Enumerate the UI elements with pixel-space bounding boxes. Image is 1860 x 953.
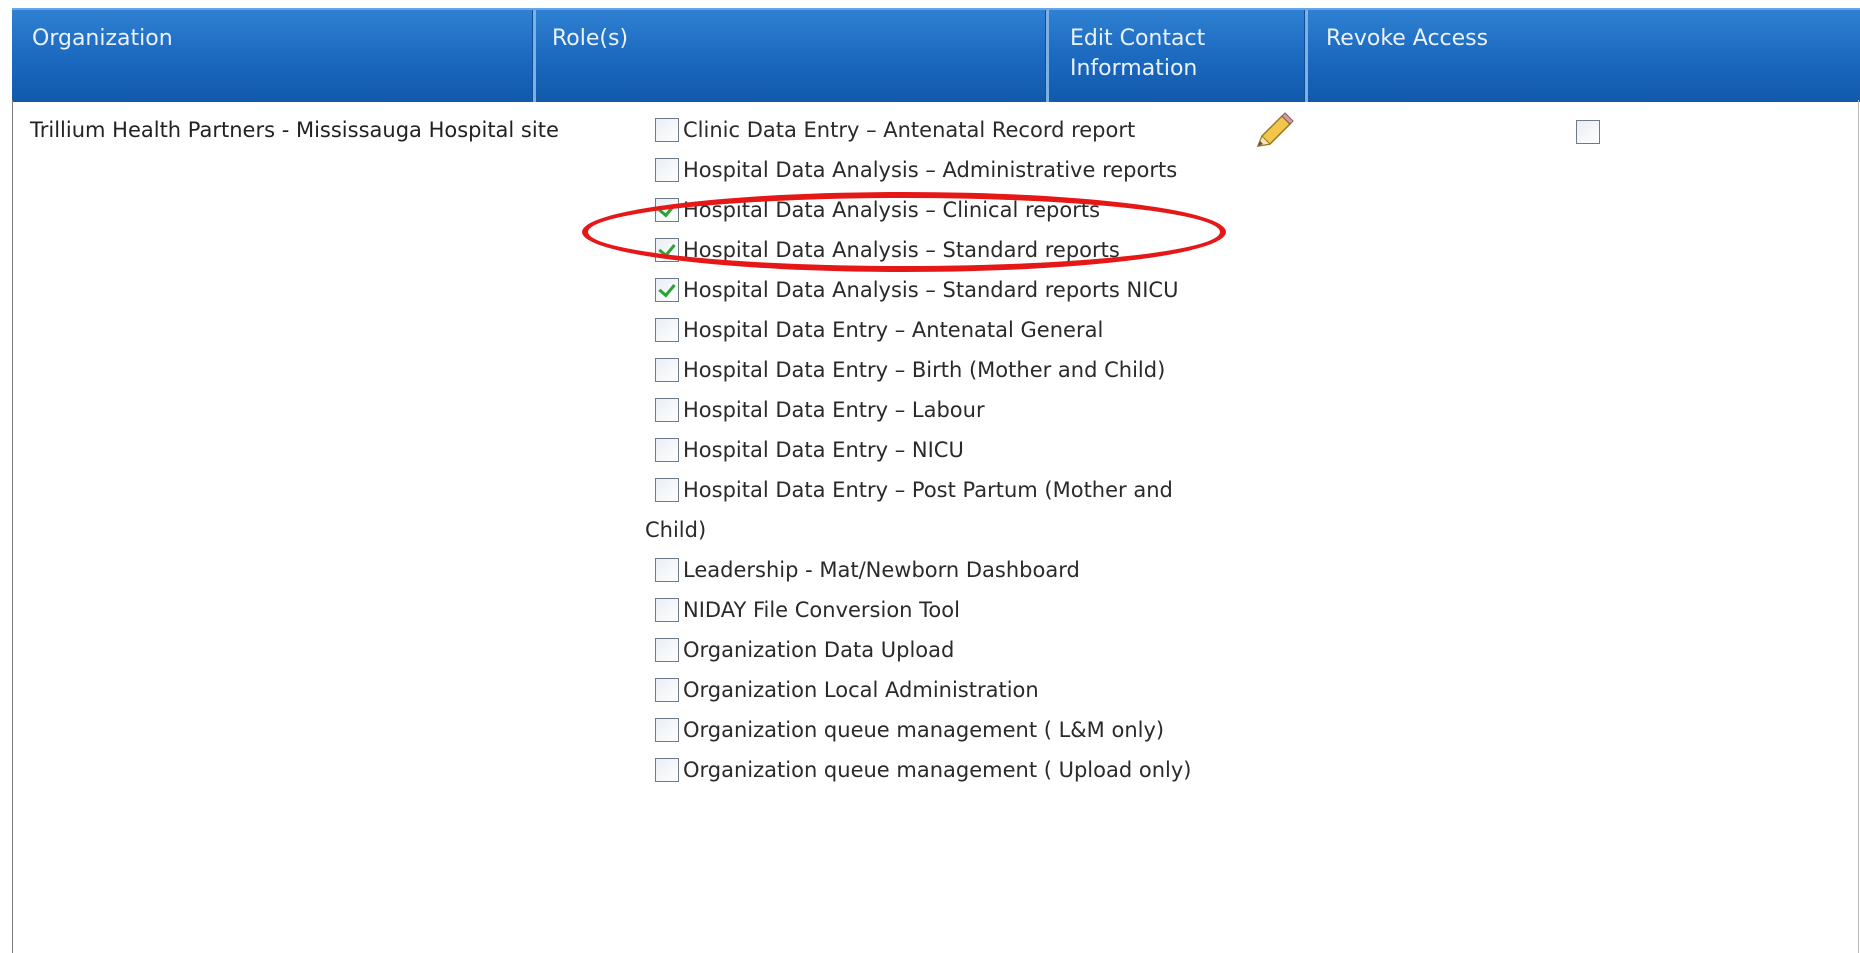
role-checkbox[interactable] [655,318,679,342]
role-checkbox[interactable] [655,598,679,622]
pencil-icon[interactable] [1252,112,1296,152]
role-item[interactable]: Hospital Data Analysis – Standard report… [645,270,1205,310]
role-label: Leadership - Mat/Newborn Dashboard [683,558,1080,582]
role-label: Hospital Data Entry – Labour [683,398,985,422]
role-label: Hospital Data Analysis – Standard report… [683,278,1179,302]
table-right-border [1858,100,1859,953]
role-item[interactable]: NIDAY File Conversion Tool [645,590,1205,630]
role-label: NIDAY File Conversion Tool [683,598,960,622]
role-item[interactable]: Organization queue management ( L&M only… [645,710,1205,750]
role-label: Clinic Data Entry – Antenatal Record rep… [683,118,1136,142]
header-edit-contact-line2: Information [1070,56,1198,81]
role-checkbox[interactable] [655,158,679,182]
role-item[interactable]: Hospital Data Entry – Birth (Mother and … [645,350,1205,390]
role-checkbox[interactable] [655,358,679,382]
role-label: Hospital Data Entry – Birth (Mother and … [683,358,1166,382]
role-item[interactable]: Organization Local Administration [645,670,1205,710]
role-item[interactable]: Hospital Data Entry – NICU [645,430,1205,470]
organization-name: Trillium Health Partners - Mississauga H… [30,118,559,142]
role-checkbox[interactable] [655,638,679,662]
role-item[interactable]: Hospital Data Entry – Post Partum (Mothe… [645,470,1205,550]
role-label: Organization Data Upload [683,638,955,662]
role-label: Hospital Data Analysis – Clinical report… [683,198,1101,222]
role-checkbox[interactable] [655,758,679,782]
role-item[interactable]: Organization Data Upload [645,630,1205,670]
role-item[interactable]: Leadership - Mat/Newborn Dashboard [645,550,1205,590]
role-item[interactable]: Organization queue management ( Upload o… [645,750,1205,790]
role-item[interactable]: Hospital Data Entry – Antenatal General [645,310,1205,350]
role-item[interactable]: Clinic Data Entry – Antenatal Record rep… [645,110,1205,150]
header-roles: Role(s) [552,26,629,51]
header-organization: Organization [32,26,173,51]
table-left-border [12,100,13,953]
role-label: Organization Local Administration [683,678,1039,702]
role-item[interactable]: Hospital Data Analysis – Administrative … [645,150,1205,190]
role-checkbox[interactable] [655,718,679,742]
role-checkbox[interactable] [655,278,679,302]
role-label: Organization queue management ( Upload o… [683,758,1192,782]
role-label: Hospital Data Entry – Antenatal General [683,318,1104,342]
user-access-table: Organization Role(s) Edit Contact Inform… [0,0,1860,953]
revoke-access-checkbox[interactable] [1576,120,1600,144]
role-label: Hospital Data Analysis – Administrative … [683,158,1178,182]
revoke-access-cell [1576,120,1600,144]
header-divider [1045,10,1049,102]
role-checkbox[interactable] [655,478,679,502]
role-item[interactable]: Hospital Data Analysis – Standard report… [645,230,1205,270]
role-checkbox[interactable] [655,558,679,582]
role-checkbox[interactable] [655,438,679,462]
pencil-icon-graphic [1256,112,1294,147]
role-checkbox[interactable] [655,198,679,222]
role-label: Organization queue management ( L&M only… [683,718,1165,742]
role-checkbox[interactable] [655,238,679,262]
role-item[interactable]: Hospital Data Entry – Labour [645,390,1205,430]
header-edit-contact-line1: Edit Contact [1070,26,1206,51]
role-checkbox[interactable] [655,118,679,142]
header-revoke-access: Revoke Access [1326,26,1489,51]
header-edit-contact: Edit Contact Information [1050,10,1305,102]
table-header: Organization Role(s) Edit Contact Inform… [12,8,1860,102]
role-item[interactable]: Hospital Data Analysis – Clinical report… [645,190,1205,230]
role-checkbox[interactable] [655,678,679,702]
role-label: Hospital Data Entry – Post Partum (Mothe… [645,478,1173,542]
roles-list: Clinic Data Entry – Antenatal Record rep… [645,110,1205,790]
role-label: Hospital Data Analysis – Standard report… [683,238,1120,262]
role-label: Hospital Data Entry – NICU [683,438,964,462]
role-checkbox[interactable] [655,398,679,422]
